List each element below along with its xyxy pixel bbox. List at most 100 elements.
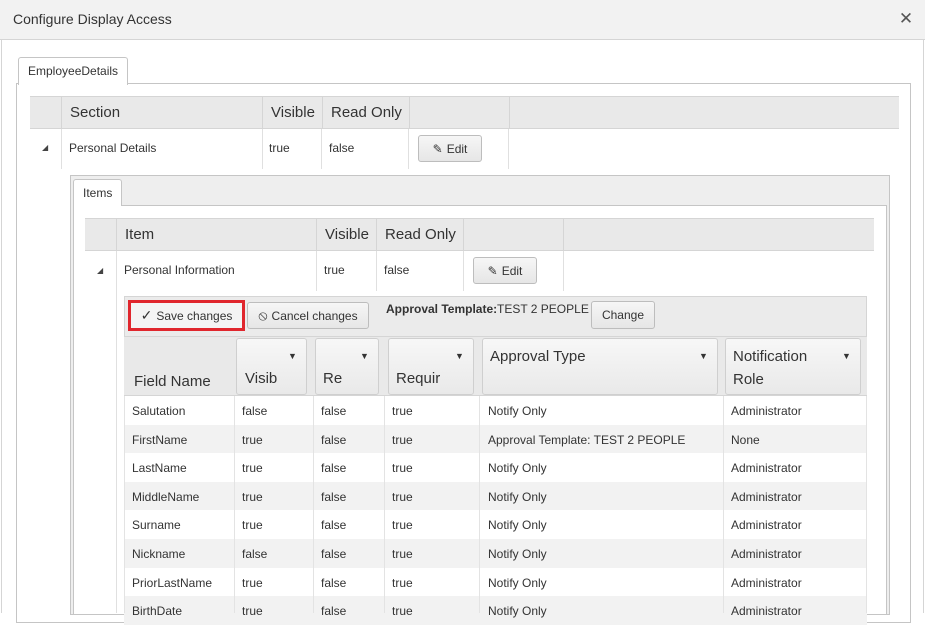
edit-item-button[interactable]: ✎ Edit	[473, 257, 537, 284]
required-value: true	[392, 604, 413, 619]
approval-type-value: Approval Template: TEST 2 PEOPLE	[488, 432, 686, 447]
column-header-read-only[interactable]: ▼ Re	[315, 338, 379, 395]
table-row[interactable]: FirstName true false true Approval Template:…	[124, 424, 867, 454]
tab-items[interactable]: Items	[73, 179, 123, 206]
approval-template-label: Approval Template:	[386, 302, 498, 316]
required-value: true	[392, 489, 413, 504]
grid-divider	[723, 396, 724, 613]
column-header-notification-role[interactable]: ▼ Notification Role	[725, 338, 861, 395]
item-read-only: false	[384, 263, 410, 277]
pencil-icon: ✎	[432, 141, 443, 156]
field-name: MiddleName	[132, 489, 200, 504]
item-visible: true	[324, 263, 345, 277]
column-header-required[interactable]: ▼ Requir	[388, 338, 474, 395]
notification-role-value: Administrator	[731, 489, 802, 504]
field-name: FirstName	[132, 432, 188, 447]
approval-type-value: Notify Only	[488, 575, 547, 590]
grid-divider	[376, 251, 377, 291]
notification-role-value: Administrator	[731, 518, 802, 533]
required-value: true	[392, 575, 413, 590]
table-row[interactable]: Surname true false true Notify Only Administr…	[124, 510, 867, 539]
grid-divider	[321, 129, 322, 169]
column-header-read-only-label: Re	[323, 370, 343, 387]
column-header-read-only[interactable]: Read Only	[376, 219, 463, 250]
field-name: Salutation	[132, 404, 186, 418]
sections-grid-header: Section Visible Read Only	[30, 96, 899, 129]
column-header-item[interactable]: Item	[116, 219, 316, 250]
approval-type-value: Notify Only	[488, 404, 547, 418]
item-name: Personal Information	[124, 263, 235, 277]
column-header-visible-label: Visib	[245, 370, 278, 387]
collapse-icon[interactable]: ◢	[97, 266, 103, 275]
save-changes-button[interactable]: ✓ Save changes	[131, 303, 242, 328]
grid-divider	[508, 129, 509, 169]
table-row[interactable]: MiddleName true false true Notify Only Admini…	[124, 481, 867, 511]
column-header-approval-type[interactable]: ▼ Approval Type	[482, 338, 718, 395]
grid-divider	[384, 396, 385, 613]
column-header-visible[interactable]: Visible	[316, 219, 376, 250]
required-value: true	[392, 461, 413, 476]
grid-divider	[316, 251, 317, 291]
visible-value: false	[242, 547, 268, 561]
notification-role-value: Administrator	[731, 461, 802, 476]
cancel-icon: ⦸	[258, 307, 268, 323]
table-row[interactable]: Nickname false false true Notify Only Adminis…	[124, 539, 867, 568]
dropdown-arrow-icon[interactable]: ▼	[699, 351, 708, 361]
notification-role-value: Administrator	[731, 547, 802, 561]
dropdown-arrow-icon[interactable]: ▼	[842, 351, 851, 361]
column-header-read-only[interactable]: Read Only	[322, 97, 409, 128]
column-header-role-label: Role	[733, 371, 764, 388]
read-only-value: false	[321, 575, 347, 590]
table-row[interactable]: PriorLastName true false true Notify Only Adm…	[124, 568, 867, 597]
grid-divider	[61, 129, 62, 169]
dropdown-arrow-icon[interactable]: ▼	[455, 351, 464, 361]
visible-value: false	[242, 404, 268, 418]
required-value: true	[392, 432, 413, 447]
approval-type-value: Notify Only	[488, 461, 547, 476]
column-header-visible[interactable]: ▼ Visib	[236, 338, 307, 395]
section-read-only: false	[329, 141, 355, 155]
column-header-actions	[463, 219, 563, 250]
visible-value: true	[242, 518, 263, 533]
read-only-value: false	[321, 604, 347, 619]
field-name: Surname	[132, 518, 181, 533]
edit-section-button[interactable]: ✎ Edit	[418, 135, 482, 162]
column-header-spacer	[509, 97, 899, 128]
read-only-value: false	[321, 432, 347, 447]
table-row[interactable]: LastName true false true Notify Only Administ…	[124, 453, 867, 482]
column-header-section[interactable]: Section	[61, 97, 262, 128]
notification-role-value: None	[731, 432, 760, 447]
grid-divider	[866, 396, 867, 613]
cancel-changes-label: Cancel changes	[271, 308, 358, 323]
field-name: LastName	[132, 461, 187, 476]
save-changes-label: Save changes	[156, 308, 233, 323]
tab-employee-details[interactable]: EmployeeDetails	[18, 57, 129, 85]
read-only-value: false	[321, 518, 347, 533]
column-header-actions	[409, 97, 509, 128]
dropdown-arrow-icon[interactable]: ▼	[360, 351, 369, 361]
cancel-changes-button[interactable]: ⦸ Cancel changes	[247, 302, 369, 329]
table-row[interactable]: BirthDate true false true Notify Only Adminis…	[124, 596, 867, 625]
edit-item-label: Edit	[501, 263, 523, 278]
visible-value: true	[242, 489, 263, 504]
close-icon[interactable]: ✕	[897, 9, 915, 29]
visible-value: true	[242, 461, 263, 476]
required-value: true	[392, 547, 413, 561]
dropdown-arrow-icon[interactable]: ▼	[288, 351, 297, 361]
visible-value: true	[242, 432, 263, 447]
grid-divider	[124, 396, 125, 613]
grid-divider	[116, 291, 117, 613]
table-row[interactable]: Salutation false false true Notify Only Admin…	[124, 396, 867, 425]
collapse-icon[interactable]: ◢	[42, 143, 48, 152]
column-header-field-name[interactable]: Field Name	[134, 373, 211, 390]
pencil-icon: ✎	[487, 263, 498, 278]
column-header-visible[interactable]: Visible	[262, 97, 322, 128]
column-header-approval-type-label: Approval Type	[490, 348, 586, 365]
change-template-button[interactable]: Change	[591, 301, 655, 329]
visible-value: true	[242, 575, 263, 590]
field-name: PriorLastName	[132, 575, 213, 590]
approval-type-value: Notify Only	[488, 547, 547, 561]
section-name: Personal Details	[69, 141, 157, 155]
read-only-value: false	[321, 547, 347, 561]
required-value: true	[392, 518, 413, 533]
